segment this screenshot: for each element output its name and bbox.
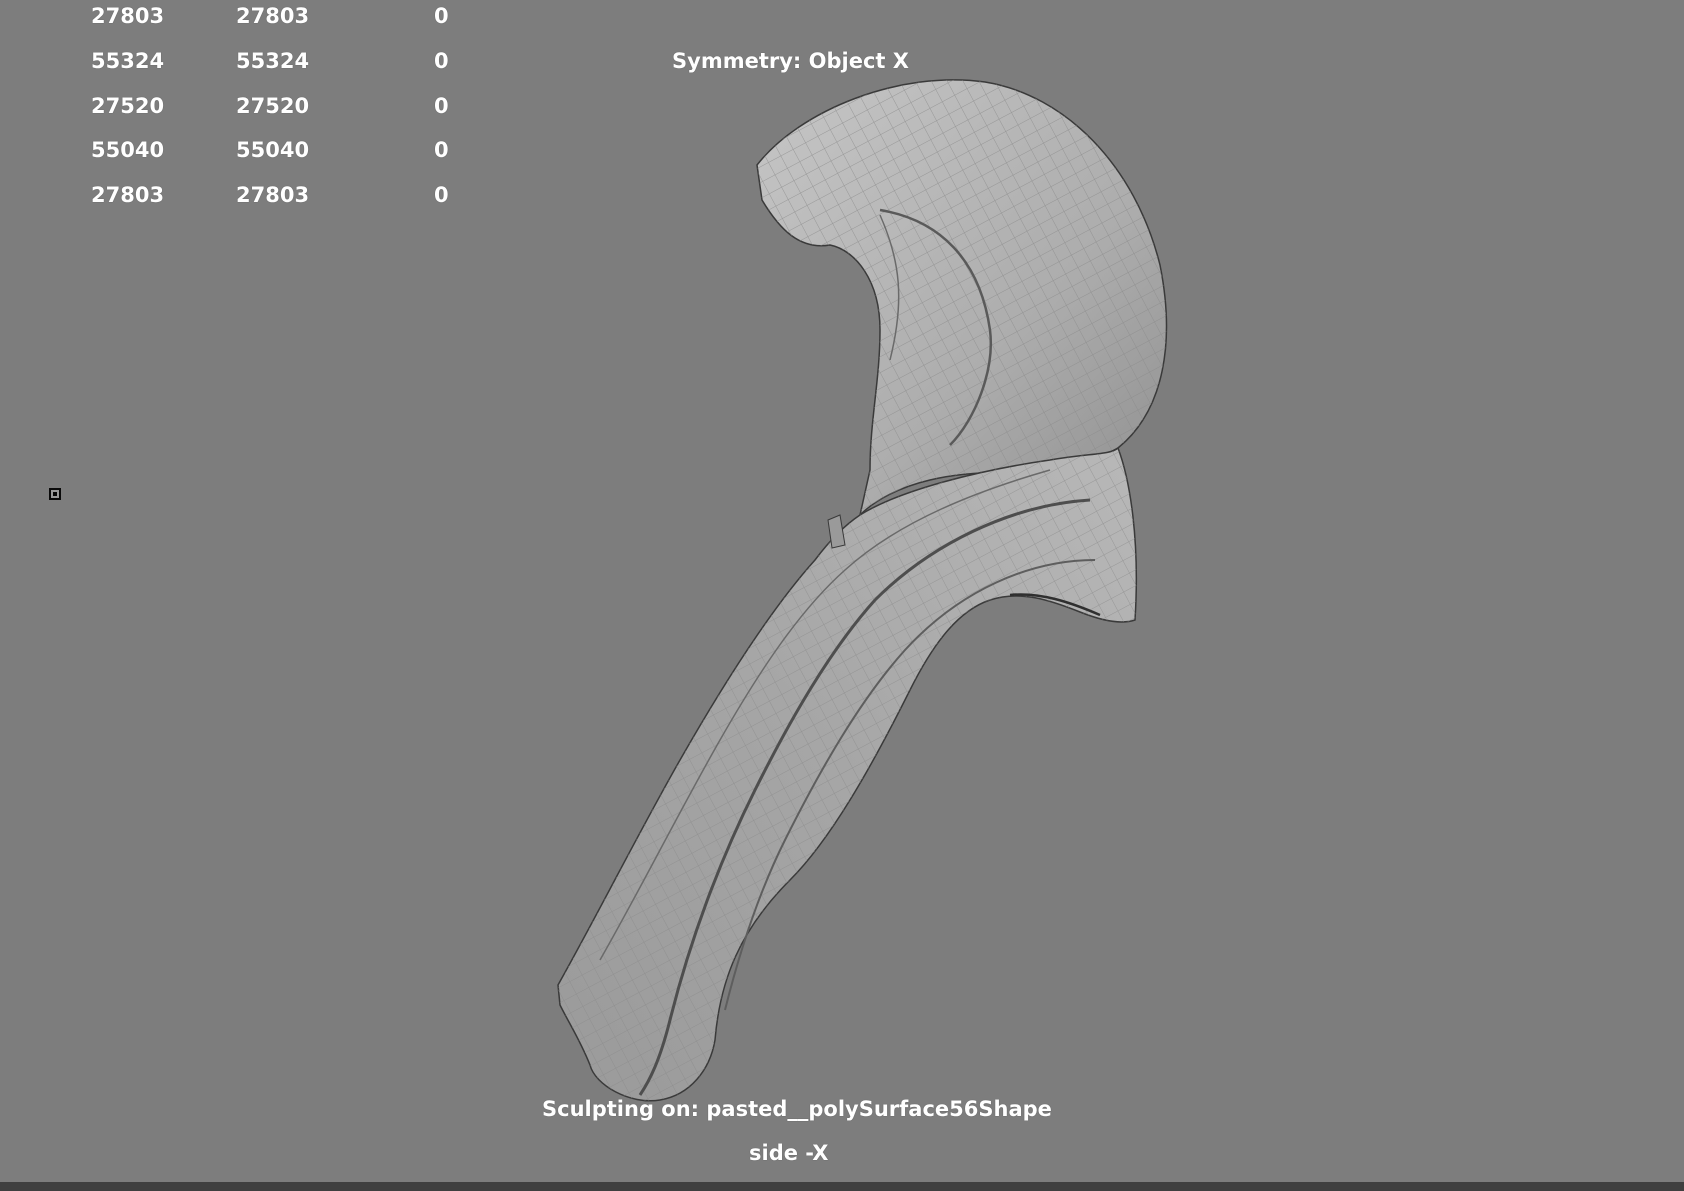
symmetry-label: Symmetry: Object X xyxy=(672,49,909,73)
camera-name-label: side -X xyxy=(749,1141,829,1165)
viewport-bottom-border xyxy=(0,1182,1684,1191)
viewport-panel[interactable]: 27803 27803 0 55324 55324 0 27520 27520 0 55040 55… xyxy=(0,0,1684,1182)
sculpt-mesh[interactable] xyxy=(0,0,1684,1182)
pivot-marker-icon[interactable] xyxy=(49,488,61,500)
sculpting-target-label: Sculpting on: pasted__polySurface56Shape xyxy=(542,1097,1052,1121)
